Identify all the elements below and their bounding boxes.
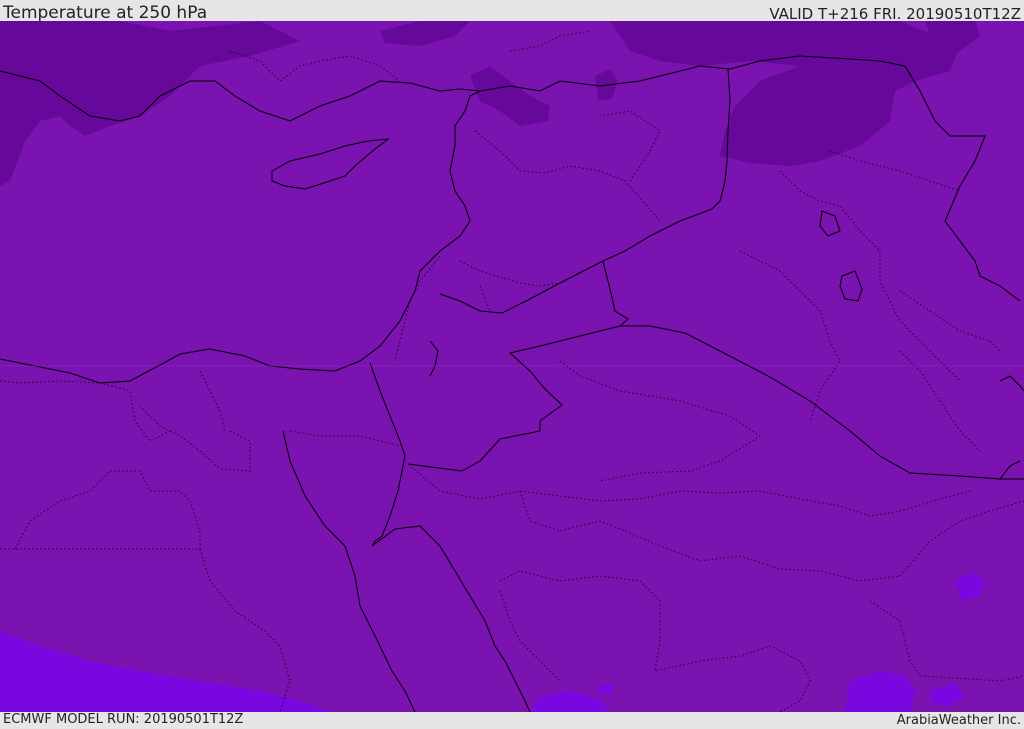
credit-label: ArabiaWeather Inc. [896,713,1021,728]
header-bar: Temperature at 250 hPa VALID T+216 FRI. … [0,0,1024,23]
map-title: Temperature at 250 hPa [3,3,208,23]
model-run-label: ECMWF MODEL RUN: 20190501T12Z [3,712,244,727]
temperature-map[interactable] [0,21,1024,712]
footer-bar: ECMWF MODEL RUN: 20190501T12Z ArabiaWeat… [0,712,1024,729]
map-canvas [0,21,1024,712]
